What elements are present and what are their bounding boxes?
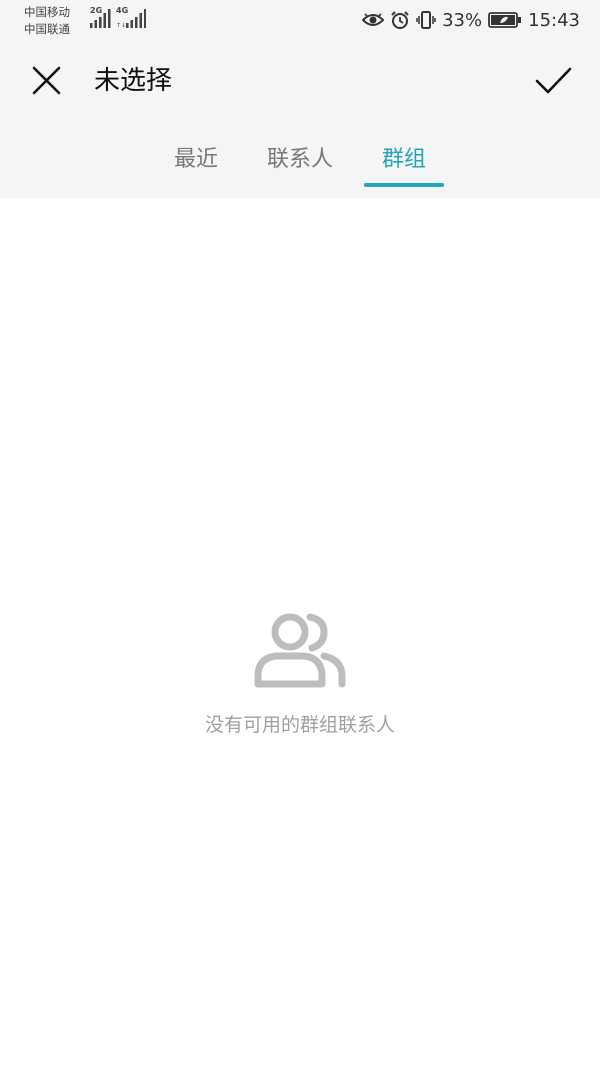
app-header: 未选择 [0, 50, 600, 112]
screen: 中国移动 中国联通 2G 4G ↑↓ 33% 15:43 未选择 最近 联系人 … [0, 0, 600, 1065]
signal-bars-icon: ↑↓ [116, 9, 146, 28]
battery-percent: 33% [442, 9, 483, 31]
tab-label: 联系人 [266, 147, 333, 172]
status-bar: 中国移动 中国联通 2G 4G ↑↓ 33% 15:43 [0, 0, 600, 42]
tab-label: 最近 [173, 147, 218, 172]
signal-bars-icon [90, 9, 111, 28]
top-bar: 中国移动 中国联通 2G 4G ↑↓ 33% 15:43 未选择 最近 联系人 … [0, 0, 600, 198]
vibrate-icon [416, 11, 436, 29]
clock-time: 15:43 [528, 9, 580, 31]
confirm-button[interactable] [532, 61, 574, 101]
group-icon [254, 613, 346, 688]
check-icon [535, 67, 572, 94]
close-button[interactable] [26, 61, 66, 101]
carrier-info: 中国移动 中国联通 [24, 4, 70, 38]
svg-text:↑↓: ↑↓ [116, 22, 126, 28]
tab-groups[interactable]: 群组 [364, 140, 444, 188]
active-tab-indicator [364, 183, 444, 187]
carrier-name-1: 中国移动 [24, 5, 70, 19]
tab-recent[interactable]: 最近 [168, 140, 224, 188]
page-title: 未选择 [94, 66, 173, 96]
battery-icon [488, 12, 522, 28]
close-icon [32, 66, 61, 95]
empty-state-message: 没有可用的群组联系人 [204, 714, 395, 736]
alarm-icon [391, 11, 409, 29]
carrier-name-2: 中国联通 [24, 22, 70, 36]
tab-bar: 最近 联系人 群组 [0, 140, 600, 198]
status-right: 33% 15:43 [362, 8, 580, 32]
tab-contacts[interactable]: 联系人 [260, 140, 340, 188]
eye-comfort-icon [362, 13, 385, 26]
tab-label: 群组 [381, 147, 426, 172]
